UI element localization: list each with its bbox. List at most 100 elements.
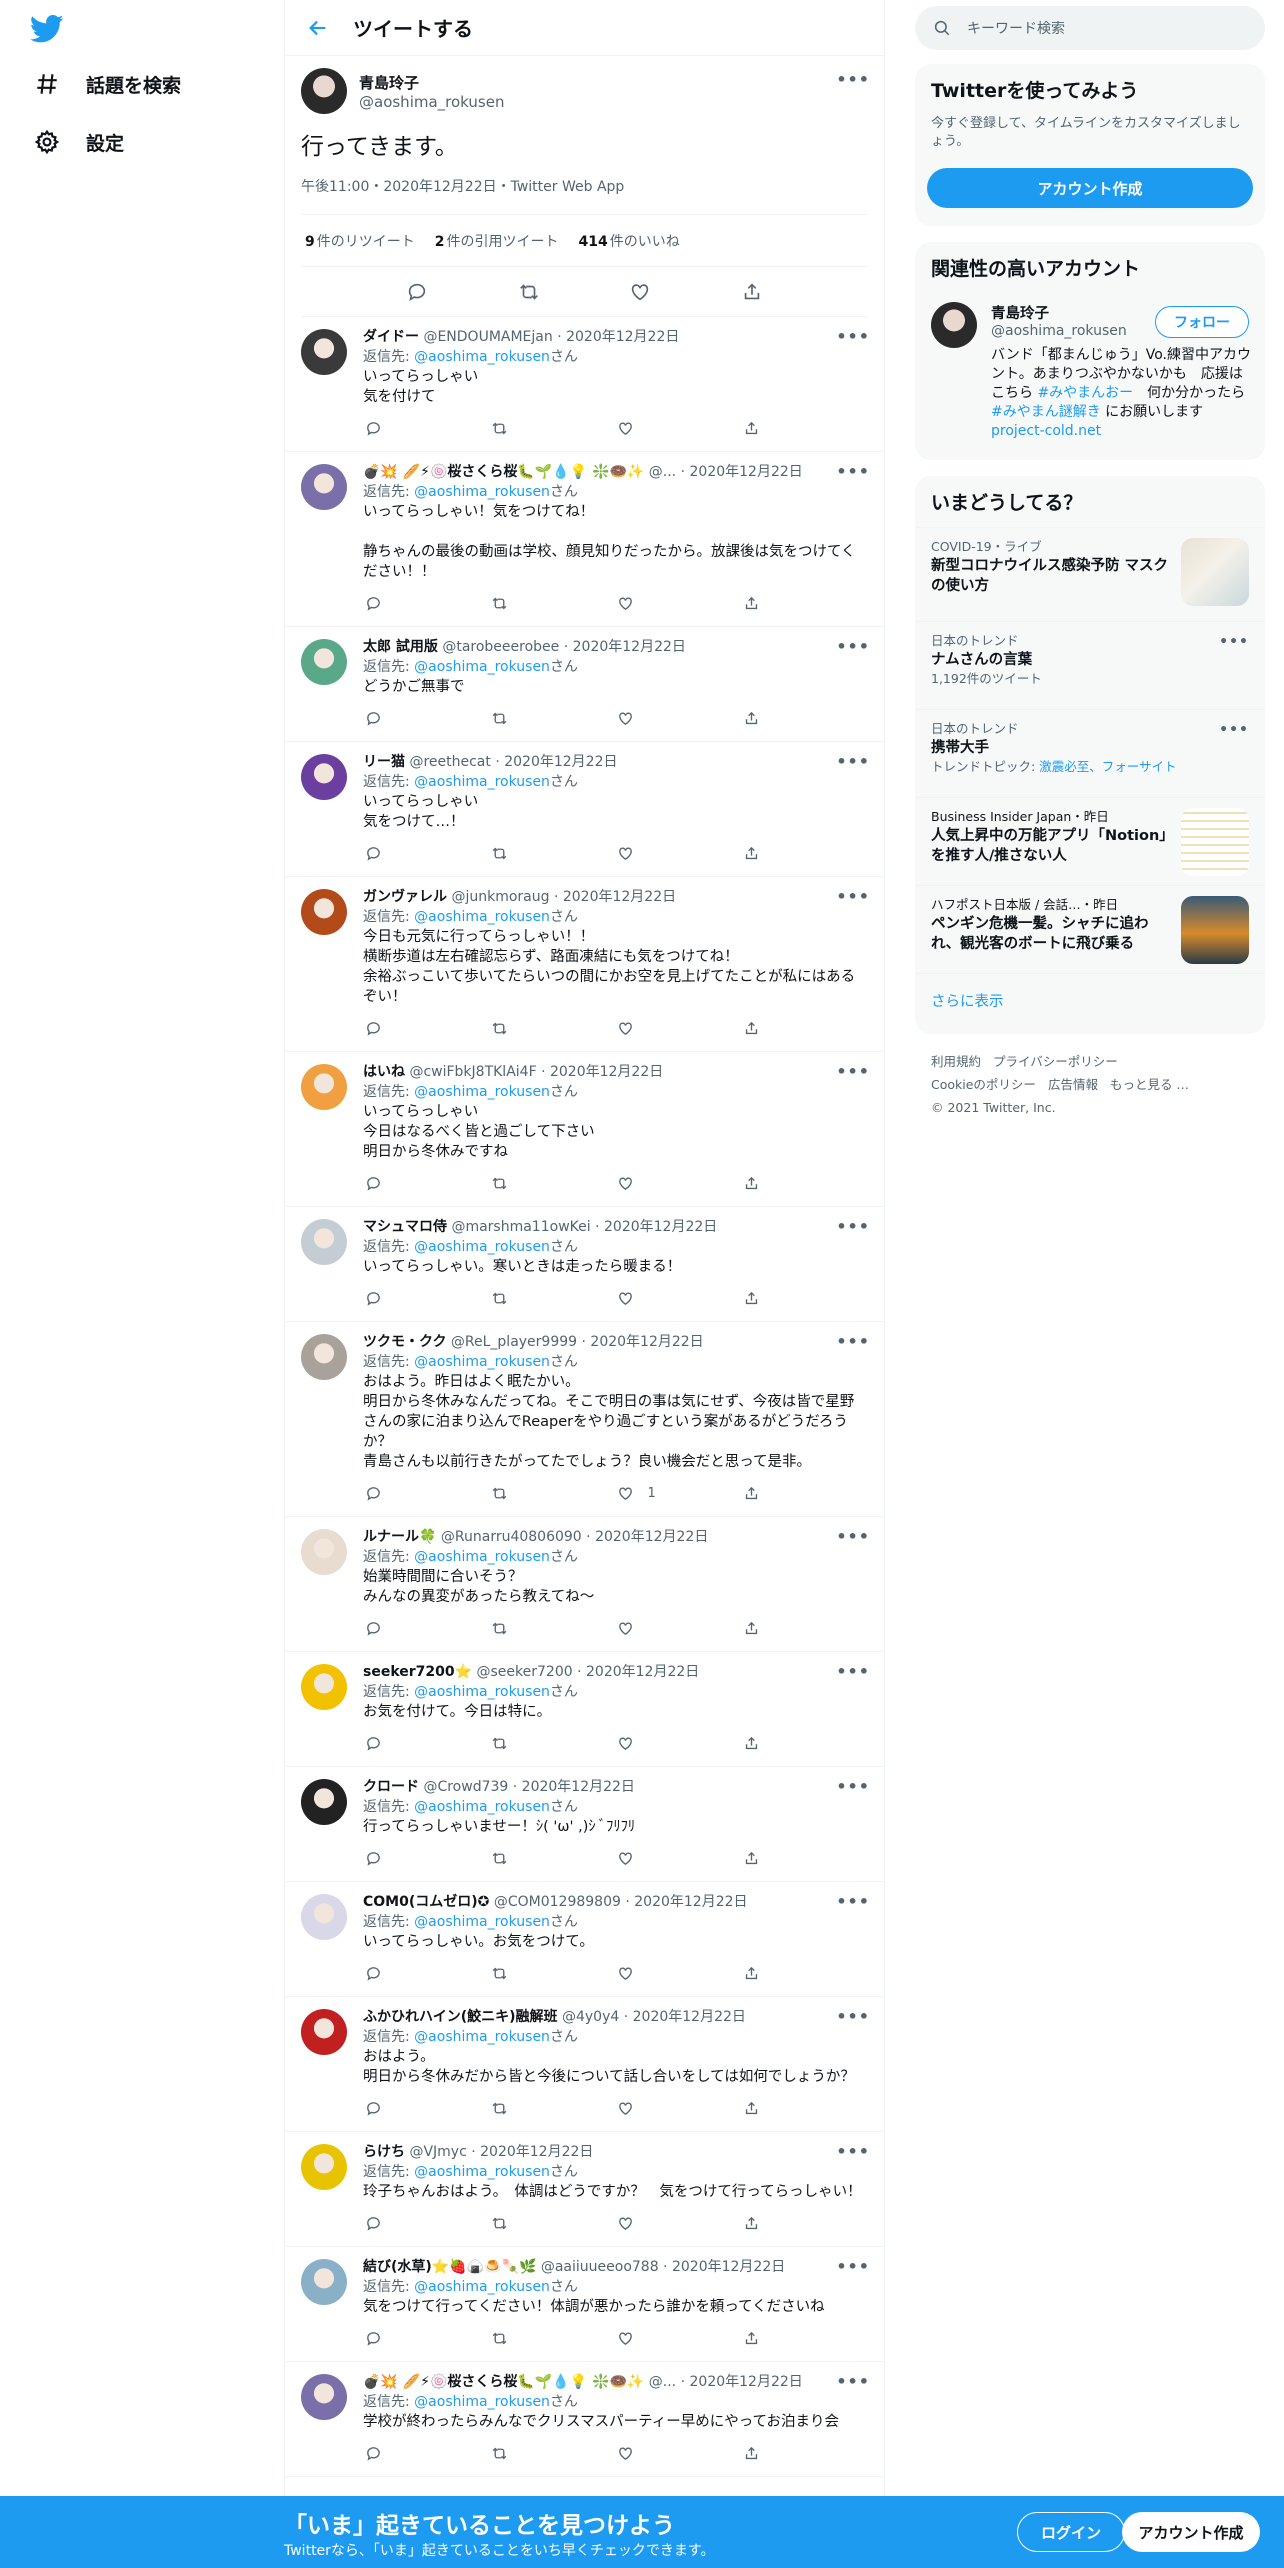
retweet-icon[interactable]: [489, 1483, 509, 1503]
more-icon[interactable]: •••: [836, 327, 870, 346]
retweet-icon[interactable]: [489, 708, 509, 728]
reply-icon[interactable]: [363, 843, 383, 863]
retweet-icon[interactable]: [489, 2443, 509, 2463]
avatar[interactable]: [301, 1894, 347, 1940]
more-icon[interactable]: •••: [836, 462, 870, 481]
mention-link[interactable]: @aoshima_rokusen: [414, 1914, 550, 1930]
reply-icon[interactable]: [363, 1963, 383, 1983]
reply-date[interactable]: 2020年12月22日: [590, 1334, 703, 1350]
mention-link[interactable]: @aoshima_rokusen: [414, 2279, 550, 2295]
mention-link[interactable]: @aoshima_rokusen: [414, 659, 550, 675]
privacy-link[interactable]: プライバシーポリシー: [993, 1054, 1118, 1069]
share-icon[interactable]: [742, 1018, 762, 1038]
avatar[interactable]: [301, 2259, 347, 2305]
ads-info-link[interactable]: 広告情報: [1048, 1077, 1098, 1092]
reply-date[interactable]: 2020年12月22日: [550, 1064, 663, 1080]
retweet-icon[interactable]: [489, 593, 509, 613]
like-icon[interactable]: [616, 1848, 636, 1868]
mention-link[interactable]: @aoshima_rokusen: [414, 2394, 550, 2410]
reply-icon[interactable]: [363, 2443, 383, 2463]
trend-item[interactable]: COVID-19・ライブ 新型コロナウイルス感染予防 マスクの使い方: [915, 527, 1265, 621]
mention-link[interactable]: @aoshima_rokusen: [414, 1549, 550, 1565]
reply-author-name[interactable]: はいね: [363, 1064, 405, 1080]
like-icon[interactable]: [616, 843, 636, 863]
reply-date[interactable]: 2020年12月22日: [522, 1779, 635, 1795]
retweet-icon[interactable]: [489, 1018, 509, 1038]
share-icon[interactable]: [742, 1483, 762, 1503]
reply-icon[interactable]: [363, 1618, 383, 1638]
hashtag-link[interactable]: #みやまんおー: [1037, 385, 1133, 401]
like-icon[interactable]: [616, 708, 636, 728]
reply-icon[interactable]: [405, 280, 429, 304]
avatar[interactable]: [301, 1779, 347, 1825]
mention-link[interactable]: @aoshima_rokusen: [414, 484, 550, 500]
reply-author-name[interactable]: 💣💥 🥖⚡🍥桜さくら桜🐛🌱💧💡 ❇️🍩✨: [363, 2374, 644, 2390]
reply-date[interactable]: 2020年12月22日: [690, 464, 803, 480]
avatar[interactable]: [301, 639, 347, 685]
trend-item[interactable]: Business Insider Japan・昨日 人気上昇中の万能アプリ「No…: [915, 797, 1265, 885]
reply-author-name[interactable]: ルナール🍀: [363, 1529, 436, 1545]
twitter-logo-icon[interactable]: [29, 14, 64, 44]
avatar[interactable]: [301, 329, 347, 375]
reply-icon[interactable]: [363, 1483, 383, 1503]
reply-author-name[interactable]: 太郎 試用版: [363, 639, 438, 655]
reply-icon[interactable]: [363, 593, 383, 613]
reply-tweet[interactable]: ••• COM0(コムゼロ)✪ @COM012989809 · 2020年12月2…: [285, 1882, 884, 1997]
more-icon[interactable]: •••: [836, 1332, 870, 1351]
share-icon[interactable]: [742, 2443, 762, 2463]
avatar[interactable]: [301, 464, 347, 510]
mention-link[interactable]: @aoshima_rokusen: [414, 2164, 550, 2180]
create-account-button[interactable]: アカウント作成: [927, 168, 1253, 208]
reply-author-name[interactable]: らけち: [363, 2144, 405, 2160]
like-icon[interactable]: [616, 1173, 636, 1193]
trend-topic-links[interactable]: 激震必至、フォーサイト: [1039, 759, 1176, 774]
reply-tweet[interactable]: ••• 太郎 試用版 @tarobeeerobee · 2020年12月22日 返信…: [285, 627, 884, 742]
mention-link[interactable]: @aoshima_rokusen: [414, 2029, 550, 2045]
reply-date[interactable]: 2020年12月22日: [672, 2259, 785, 2275]
trend-item[interactable]: ••• 日本のトレンド ナムさんの言葉 1,192件のツイート: [915, 621, 1265, 709]
avatar[interactable]: [301, 889, 347, 935]
mention-link[interactable]: @aoshima_rokusen: [414, 1354, 550, 1370]
more-icon[interactable]: •••: [836, 1217, 870, 1236]
reply-icon[interactable]: [363, 1848, 383, 1868]
retweet-icon[interactable]: [489, 843, 509, 863]
reply-date[interactable]: 2020年12月22日: [690, 2374, 803, 2390]
reply-author-name[interactable]: リー猫: [363, 754, 405, 770]
back-arrow-icon[interactable]: [303, 13, 333, 43]
retweet-count[interactable]: 9 件のリツイート: [305, 231, 415, 251]
more-icon[interactable]: •••: [836, 1892, 870, 1911]
reply-author-name[interactable]: 💣💥 🥖⚡🍥桜さくら桜🐛🌱💧💡 ❇️🍩✨: [363, 464, 644, 480]
mention-link[interactable]: @aoshima_rokusen: [414, 1799, 550, 1815]
reply-tweet[interactable]: ••• ふかひれハイン(鮫ニキ)融解班 @4y0y4 · 2020年12月22日返…: [285, 1997, 884, 2132]
avatar[interactable]: [301, 2009, 347, 2055]
reply-icon[interactable]: [363, 2213, 383, 2233]
like-icon[interactable]: [616, 1733, 636, 1753]
like-icon[interactable]: [616, 2213, 636, 2233]
share-icon[interactable]: [742, 1618, 762, 1638]
reply-icon[interactable]: [363, 708, 383, 728]
share-icon[interactable]: [740, 280, 764, 304]
like-icon[interactable]: [616, 1618, 636, 1638]
more-icon[interactable]: •••: [836, 1062, 870, 1081]
avatar[interactable]: [301, 1219, 347, 1265]
share-icon[interactable]: [742, 593, 762, 613]
reply-date[interactable]: 2020年12月22日: [573, 639, 686, 655]
more-link[interactable]: もっと見る …: [1110, 1077, 1189, 1092]
like-icon[interactable]: [616, 1963, 636, 1983]
reply-date[interactable]: 2020年12月22日: [586, 1664, 699, 1680]
cookie-link[interactable]: Cookieのポリシー: [931, 1077, 1036, 1092]
retweet-icon[interactable]: [489, 2328, 509, 2348]
like-count[interactable]: 414 件のいいね: [579, 231, 680, 251]
avatar[interactable]: [301, 2374, 347, 2420]
more-icon[interactable]: •••: [836, 70, 870, 89]
nav-explore[interactable]: 話題を検索: [30, 62, 181, 106]
reply-date[interactable]: 2020年12月22日: [633, 2009, 746, 2025]
like-icon[interactable]: [616, 593, 636, 613]
reply-icon[interactable]: [363, 418, 383, 438]
reply-date[interactable]: 2020年12月22日: [595, 1529, 708, 1545]
reply-icon[interactable]: [363, 2098, 383, 2118]
signup-button[interactable]: アカウント作成: [1122, 2512, 1260, 2552]
reply-tweet[interactable]: ••• ガンヴァレル @junkmoraug · 2020年12月22日 返信先: …: [285, 877, 884, 1052]
more-icon[interactable]: •••: [836, 1527, 870, 1546]
more-icon[interactable]: •••: [1219, 634, 1249, 650]
